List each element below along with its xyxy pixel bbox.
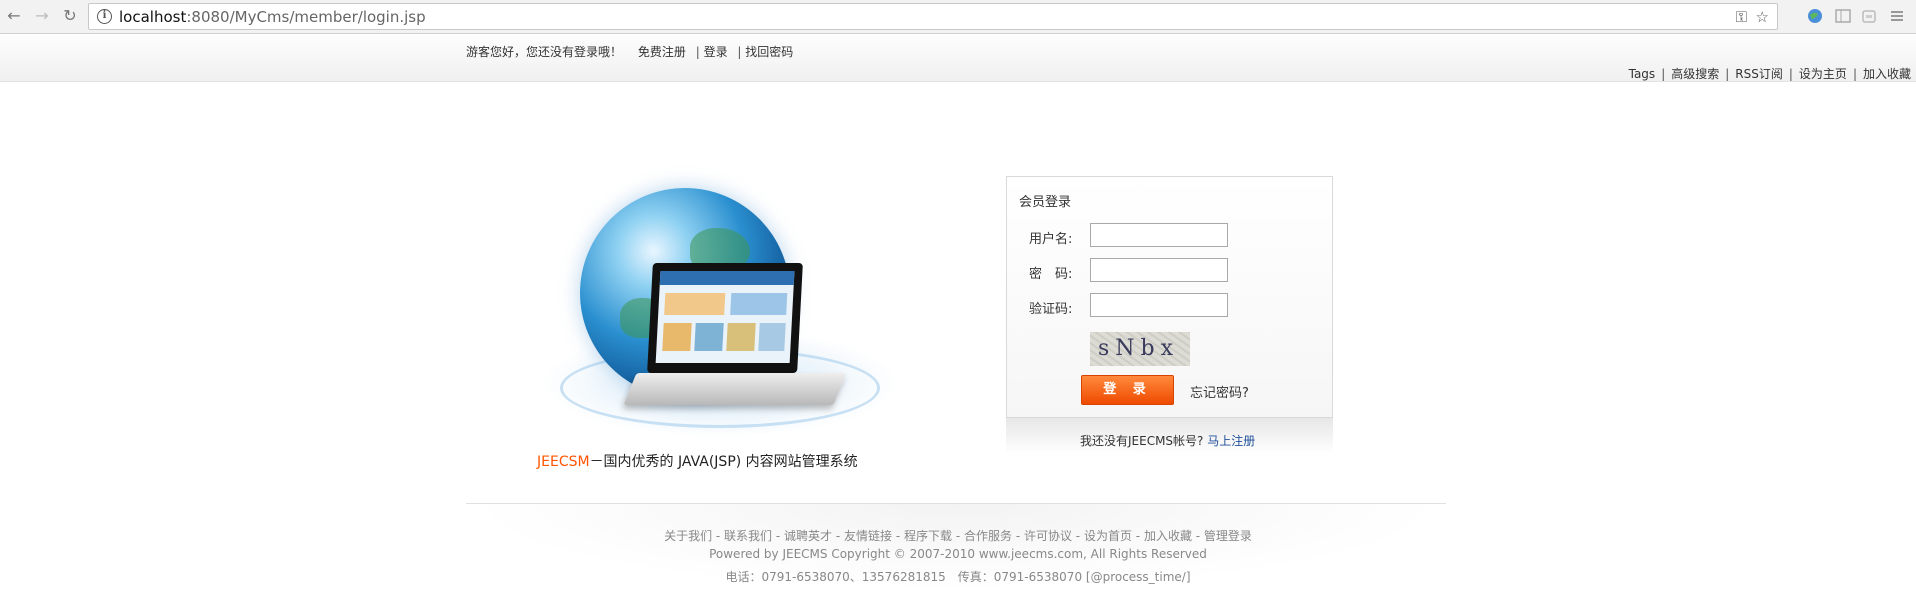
separator: | xyxy=(1725,67,1730,81)
screen-block xyxy=(664,293,726,315)
separator: | xyxy=(1852,67,1857,81)
tags-link[interactable]: Tags xyxy=(1629,67,1656,81)
separator: | xyxy=(695,45,700,59)
footer-link-cooperation[interactable]: 合作服务 xyxy=(964,529,1012,543)
reload-icon[interactable]: ↻ xyxy=(60,6,80,26)
browser-toolbar: ← → ↻ i localhost:8080/MyCms/member/logi… xyxy=(0,0,1916,34)
login-link[interactable]: 登录 xyxy=(704,45,728,59)
forgot-password-link[interactable]: 忘记密码? xyxy=(1190,382,1249,401)
captcha-text: sNbx xyxy=(1098,336,1180,361)
globe-laptop-illustration xyxy=(520,178,920,448)
url-text[interactable]: localhost:8080/MyCms/member/login.jsp xyxy=(119,8,426,26)
extension-layout-icon[interactable] xyxy=(1834,7,1852,25)
register-now-link[interactable]: 马上注册 xyxy=(1207,434,1255,448)
footer-contact: 电话：0791-6538070、13576281815 传真：0791-6538… xyxy=(725,570,1191,584)
screen-block xyxy=(758,323,786,351)
login-button[interactable]: 登 录 xyxy=(1081,375,1174,405)
tagline-text: －国内优秀的 JAVA(JSP) 内容网站管理系统 xyxy=(589,454,858,470)
screen-header xyxy=(659,271,795,285)
username-label: 用户名: xyxy=(1029,232,1073,247)
brand-name: JEECSM xyxy=(537,454,590,470)
url-host: localhost xyxy=(119,8,187,26)
footer-link-about[interactable]: 关于我们 xyxy=(664,529,712,543)
screen-block xyxy=(730,293,788,315)
login-title: 会员登录 xyxy=(1019,195,1072,210)
footer-link-download[interactable]: 程序下载 xyxy=(904,529,952,543)
no-account-text: 我还没有JEECMS帐号? xyxy=(1080,434,1204,448)
footer-link-favorite[interactable]: 加入收藏 xyxy=(1144,529,1192,543)
welcome-text: 游客您好，您还没有登录哦！ xyxy=(466,45,623,59)
back-arrow-icon[interactable]: ← xyxy=(4,6,24,26)
separator: | xyxy=(737,45,742,59)
screen-block xyxy=(662,323,692,351)
screen-content xyxy=(655,271,795,363)
star-icon[interactable]: ☆ xyxy=(1756,8,1769,26)
tagline: JEECSM－国内优秀的 JAVA(JSP) 内容网站管理系统 xyxy=(537,451,858,471)
footer-link-jobs[interactable]: 诚聘英才 xyxy=(784,529,832,543)
footer-link-admin[interactable]: 管理登录 xyxy=(1204,529,1252,543)
url-path: :8080/MyCms/member/login.jsp xyxy=(186,8,426,26)
captcha-input[interactable] xyxy=(1090,293,1228,317)
key-icon[interactable]: ⚿ xyxy=(1736,8,1747,26)
laptop-screen xyxy=(647,263,803,373)
forward-arrow-icon[interactable]: → xyxy=(32,6,52,26)
separator: | xyxy=(1661,67,1666,81)
set-homepage-link[interactable]: 设为主页 xyxy=(1799,67,1847,81)
address-bar[interactable]: i localhost:8080/MyCms/member/login.jsp … xyxy=(88,3,1778,30)
footer-link-homepage[interactable]: 设为首页 xyxy=(1084,529,1132,543)
laptop-base xyxy=(623,373,847,405)
site-info-icon[interactable]: i xyxy=(97,9,112,24)
password-label: 密 码: xyxy=(1029,267,1073,282)
username-input[interactable] xyxy=(1090,223,1228,247)
add-favorite-link[interactable]: 加入收藏 xyxy=(1863,67,1911,81)
extension-box-icon[interactable] xyxy=(1860,7,1878,25)
find-password-link[interactable]: 找回密码 xyxy=(745,45,793,59)
captcha-label: 验证码: xyxy=(1029,302,1073,317)
footer-copyright: Powered by JEECMS Copyright © 2007-2010 … xyxy=(709,547,1207,561)
footer-link-friends[interactable]: 友情链接 xyxy=(844,529,892,543)
footer-link-license[interactable]: 许可协议 xyxy=(1024,529,1072,543)
rss-link[interactable]: RSS订阅 xyxy=(1735,67,1783,81)
screen-block xyxy=(726,323,756,351)
screen-block xyxy=(694,323,724,351)
register-prompt: 我还没有JEECMS帐号? 马上注册 xyxy=(1080,432,1255,449)
advanced-search-link[interactable]: 高级搜索 xyxy=(1671,67,1719,81)
password-input[interactable] xyxy=(1090,258,1228,282)
top-links: Tags | 高级搜索 | RSS订阅 | 设为主页 | 加入收藏 xyxy=(1629,65,1911,82)
separator: | xyxy=(1788,67,1793,81)
site-topbar: 游客您好，您还没有登录哦！ 免费注册 | 登录 | 找回密码 Tags | 高级搜索… xyxy=(0,35,1916,82)
captcha-image[interactable]: sNbx xyxy=(1090,332,1190,366)
login-panel: 会员登录 用户名: 密 码: 验证码: sNbx 登 录 忘记密码? xyxy=(1006,176,1333,418)
register-link[interactable]: 免费注册 xyxy=(638,45,686,59)
footer-link-contact[interactable]: 联系我们 xyxy=(724,529,772,543)
welcome-bar: 游客您好，您还没有登录哦！ 免费注册 | 登录 | 找回密码 xyxy=(466,43,793,60)
menu-icon[interactable] xyxy=(1888,7,1906,25)
extension-globe-icon[interactable] xyxy=(1806,7,1824,25)
footer-links: 关于我们 - 联系我们 - 诚聘英才 - 友情链接 - 程序下载 - 合作服务 … xyxy=(664,529,1252,543)
